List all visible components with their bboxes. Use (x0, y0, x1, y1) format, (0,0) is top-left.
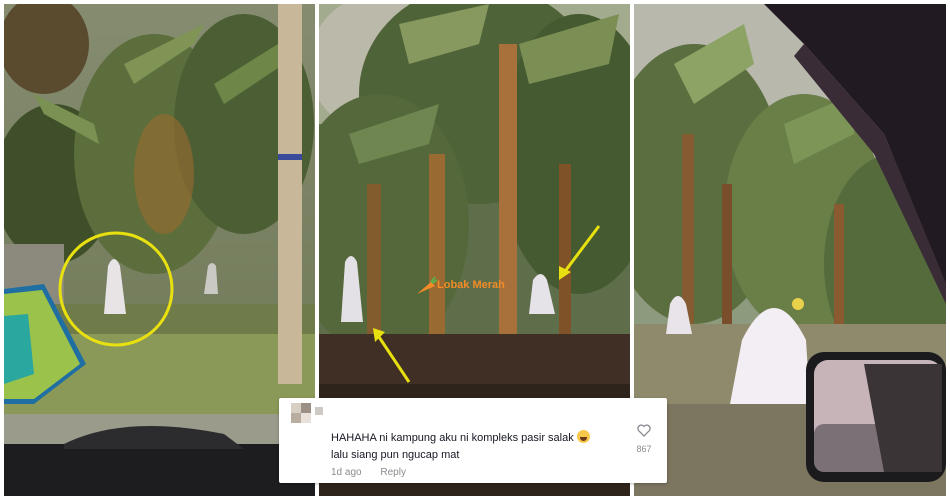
comment-time: 1d ago (331, 467, 362, 478)
heart-outline-icon (637, 424, 651, 437)
comment-card: HAHAHA ni kampung aku ni kompleks pasir … (279, 398, 667, 483)
comment-text: HAHAHA ni kampung aku ni kompleks pasir … (331, 430, 621, 464)
reply-button[interactable]: Reply (380, 467, 406, 478)
avatar[interactable] (291, 403, 325, 425)
photo-panel-left (4, 4, 315, 496)
comment-line-2: lalu siang pun ngucap mat (331, 449, 460, 461)
photo-panel-right (634, 4, 946, 496)
like-count: 867 (636, 444, 652, 454)
comment-meta: 1d ago Reply (331, 467, 422, 478)
watermark: Lobak Merah (415, 276, 505, 296)
like-button[interactable]: 867 (633, 424, 655, 454)
crying-laughing-emoji-icon (576, 430, 590, 443)
comment-line-1: HAHAHA ni kampung aku ni kompleks pasir … (331, 432, 574, 444)
watermark-text: Lobak Merah (437, 279, 505, 291)
carrot-icon (417, 276, 437, 294)
